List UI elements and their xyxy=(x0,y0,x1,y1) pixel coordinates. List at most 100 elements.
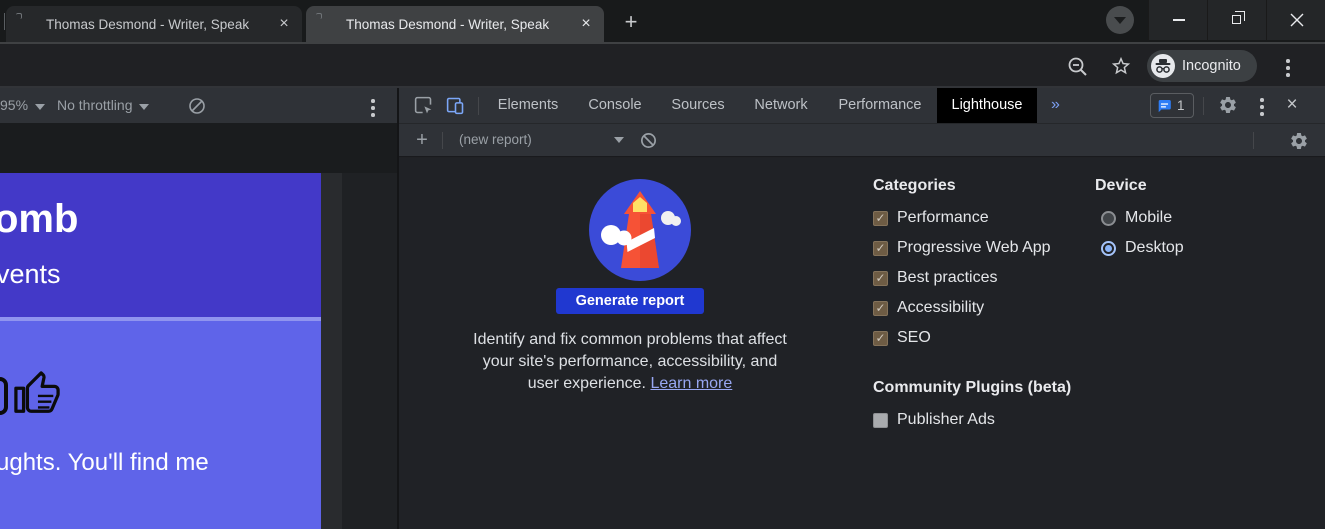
tab-strip: Thomas Desmond - Writer, Speak × Thomas … xyxy=(0,0,1325,42)
incognito-label: Incognito xyxy=(1182,58,1241,74)
page-lower-section: ughts. You'll find me xyxy=(0,321,321,529)
lighthouse-toolbar: + (new report) xyxy=(399,123,1325,157)
toolbar-separator xyxy=(1253,132,1254,149)
new-tab-button[interactable]: + xyxy=(616,8,646,38)
page-hero-section: omb vents xyxy=(0,173,321,317)
minimize-button[interactable] xyxy=(1148,0,1207,40)
chevron-down-icon xyxy=(35,104,46,110)
category-label: Progressive Web App xyxy=(897,239,1051,256)
tab-title: Thomas Desmond - Writer, Speak xyxy=(346,17,550,32)
generate-report-button[interactable]: Generate report xyxy=(556,288,704,314)
checkbox-performance[interactable] xyxy=(873,210,888,226)
toolbar-separator xyxy=(478,97,479,115)
category-row-pwa[interactable]: Progressive Web App xyxy=(873,237,1051,259)
tab-search-button[interactable] xyxy=(1106,6,1134,34)
device-label: Mobile xyxy=(1125,209,1173,226)
category-label: Accessibility xyxy=(897,299,985,316)
emulation-margin xyxy=(342,173,397,529)
tab-console[interactable]: Console xyxy=(588,88,641,123)
issues-count: 1 xyxy=(1177,98,1185,113)
device-toolbar-menu-button[interactable] xyxy=(371,99,375,120)
checkbox-publisher-ads[interactable] xyxy=(873,412,888,428)
tab-close-icon[interactable]: × xyxy=(576,14,596,34)
checkbox-progressive-web-app[interactable] xyxy=(873,240,888,256)
category-row-accessibility[interactable]: Accessibility xyxy=(873,297,984,319)
tab-elements[interactable]: Elements xyxy=(498,88,558,123)
browser-window: Thomas Desmond - Writer, Speak × Thomas … xyxy=(0,0,1325,529)
emulation-margin xyxy=(321,173,342,529)
rotate-device-icon[interactable] xyxy=(187,96,207,121)
browser-tab-1[interactable]: Thomas Desmond - Writer, Speak × xyxy=(6,6,302,42)
new-report-icon[interactable]: + xyxy=(411,129,433,151)
browser-tab-2-active[interactable]: Thomas Desmond - Writer, Speak × xyxy=(306,6,604,42)
tab-separator xyxy=(4,13,5,30)
description-text: Identify and fix common problems that af… xyxy=(473,331,787,392)
device-heading: Device xyxy=(1095,177,1147,194)
devtools-close-icon[interactable]: × xyxy=(1281,94,1303,116)
checkbox-best-practices[interactable] xyxy=(873,270,888,286)
tab-lighthouse-selected[interactable]: Lighthouse xyxy=(937,88,1037,123)
learn-more-link[interactable]: Learn more xyxy=(650,375,732,392)
emulation-background xyxy=(0,123,397,173)
device-label: Desktop xyxy=(1125,239,1184,256)
throttling-value: No throttling xyxy=(57,97,133,113)
device-toolbar-toggle-icon[interactable] xyxy=(445,95,466,121)
close-button[interactable] xyxy=(1266,0,1325,40)
browser-menu-button[interactable] xyxy=(1286,59,1290,80)
browser-toolbar: Incognito xyxy=(0,42,1325,88)
lighthouse-settings-gear-icon[interactable] xyxy=(1289,131,1309,156)
category-row-seo[interactable]: SEO xyxy=(873,327,931,349)
tab-title: Thomas Desmond - Writer, Speak xyxy=(46,17,250,32)
minimize-icon xyxy=(1173,19,1185,21)
category-label: Performance xyxy=(897,209,989,226)
window-controls xyxy=(1148,0,1325,40)
category-row-performance[interactable]: Performance xyxy=(873,207,989,229)
category-row-best-practices[interactable]: Best practices xyxy=(873,267,997,289)
device-row-mobile[interactable]: Mobile xyxy=(1101,207,1172,229)
toolbar-separator xyxy=(1203,97,1204,115)
devtools-menu-button[interactable] xyxy=(1260,98,1264,119)
bomb-favicon-icon xyxy=(20,16,35,31)
page-body-fragment: ughts. You'll find me xyxy=(0,449,209,476)
device-row-desktop[interactable]: Desktop xyxy=(1101,237,1184,259)
radio-desktop[interactable] xyxy=(1101,240,1116,256)
tab-performance[interactable]: Performance xyxy=(838,88,921,123)
tab-title-fade xyxy=(550,6,576,42)
checkbox-accessibility[interactable] xyxy=(873,300,888,316)
incognito-badge: Incognito xyxy=(1147,50,1257,82)
checkbox-seo[interactable] xyxy=(873,330,888,346)
radio-mobile[interactable] xyxy=(1101,210,1116,226)
report-select[interactable]: (new report) xyxy=(459,132,532,147)
bookmark-star-icon[interactable] xyxy=(1110,55,1132,82)
category-label: Best practices xyxy=(897,269,998,286)
close-icon xyxy=(1290,13,1304,27)
clear-reports-icon[interactable] xyxy=(639,131,658,155)
device-zoom-value: 95% xyxy=(0,97,29,113)
page-nav-link-fragment[interactable]: vents xyxy=(0,259,61,290)
partial-emoji-icon xyxy=(0,377,8,415)
device-zoom-select[interactable]: 95% xyxy=(0,97,46,113)
tab-title-fade xyxy=(248,6,274,42)
category-label: SEO xyxy=(897,329,931,346)
chevron-down-icon[interactable] xyxy=(614,137,624,143)
thumbs-up-icon xyxy=(14,371,60,422)
tab-close-icon[interactable]: × xyxy=(274,14,294,34)
page-heading-fragment: omb xyxy=(0,197,79,241)
inspect-element-icon[interactable] xyxy=(413,95,434,121)
plugin-label: Publisher Ads xyxy=(897,411,995,428)
lighthouse-logo xyxy=(588,178,692,282)
tab-sources[interactable]: Sources xyxy=(671,88,724,123)
categories-heading: Categories xyxy=(873,177,956,194)
issues-counter-button[interactable]: 1 xyxy=(1150,93,1194,118)
issues-bubble-icon xyxy=(1158,100,1171,113)
device-toolbar: 95% No throttling xyxy=(0,88,397,123)
plugin-row-publisher-ads[interactable]: Publisher Ads xyxy=(873,409,995,431)
devtools-tab-bar: Elements Console Sources Network Perform… xyxy=(399,88,1325,123)
settings-gear-icon[interactable] xyxy=(1218,95,1238,120)
restore-button[interactable] xyxy=(1207,0,1266,40)
throttling-select[interactable]: No throttling xyxy=(57,97,150,113)
more-tabs-chevron-icon[interactable]: » xyxy=(1051,96,1060,114)
zoom-out-icon[interactable] xyxy=(1066,55,1090,84)
bomb-favicon-icon xyxy=(320,16,335,31)
tab-network[interactable]: Network xyxy=(754,88,807,123)
